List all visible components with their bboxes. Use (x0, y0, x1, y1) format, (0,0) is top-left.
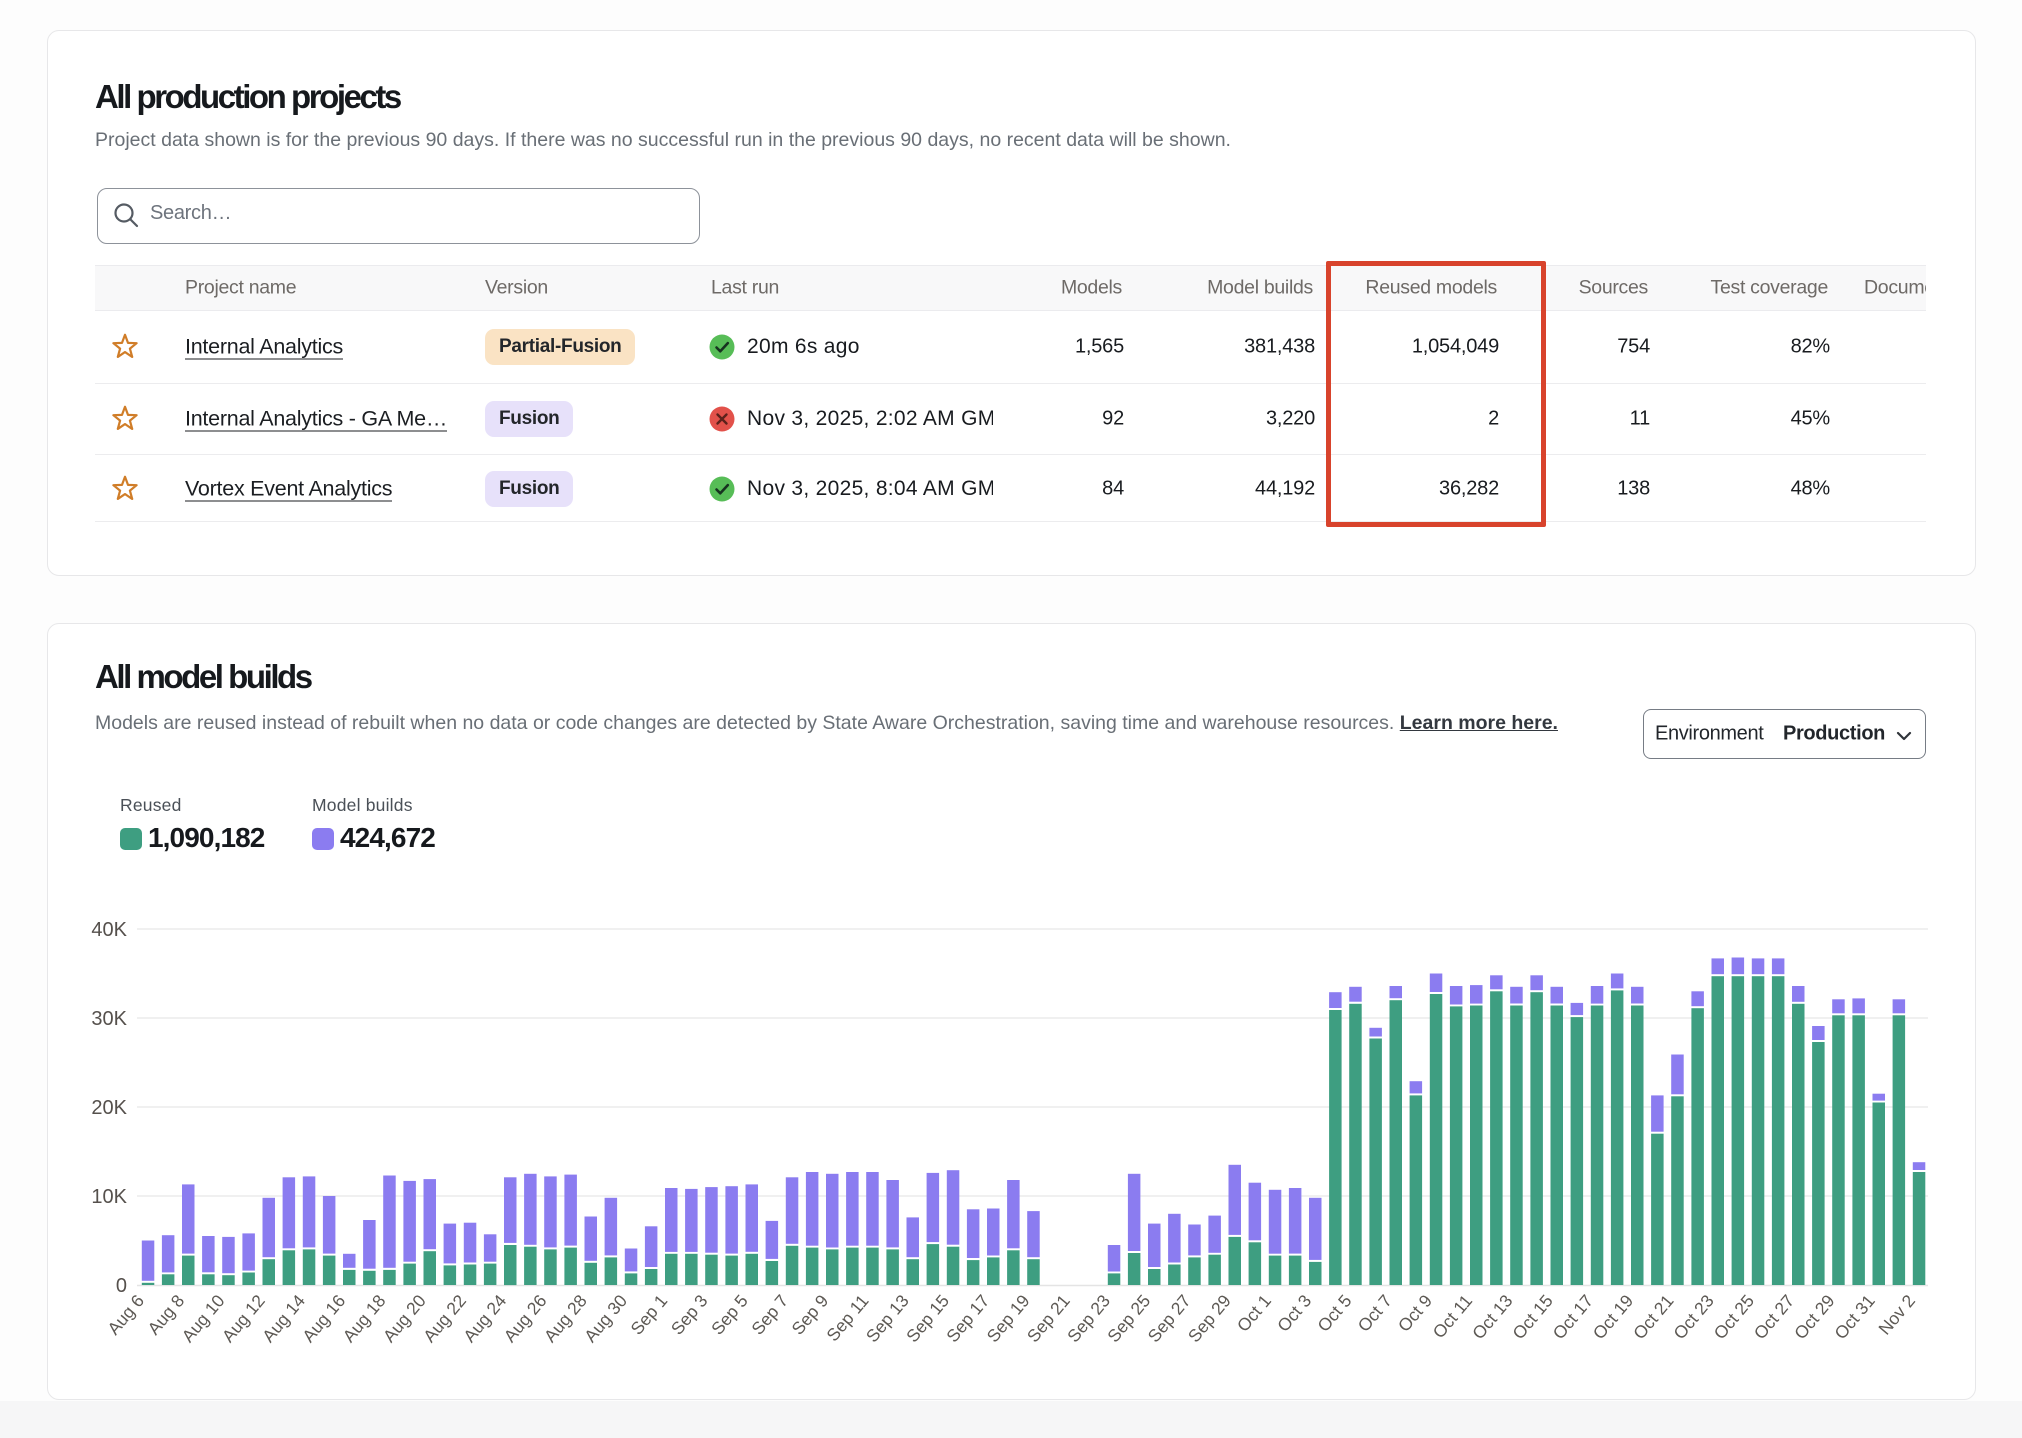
svg-text:Aug 22: Aug 22 (419, 1291, 470, 1346)
svg-text:Oct 21: Oct 21 (1629, 1291, 1677, 1343)
svg-text:Sep 21: Sep 21 (1023, 1291, 1074, 1346)
svg-text:Oct 13: Oct 13 (1468, 1291, 1516, 1343)
svg-text:Oct 7: Oct 7 (1354, 1291, 1396, 1336)
svg-text:Sep 23: Sep 23 (1063, 1291, 1114, 1346)
svg-text:Sep 5: Sep 5 (707, 1291, 752, 1339)
svg-text:Sep 15: Sep 15 (902, 1291, 953, 1346)
svg-text:Aug 20: Aug 20 (379, 1291, 430, 1347)
svg-text:Oct 31: Oct 31 (1830, 1291, 1878, 1343)
svg-text:0: 0 (116, 1275, 127, 1297)
svg-text:10K: 10K (91, 1186, 127, 1208)
svg-text:Aug 14: Aug 14 (258, 1291, 309, 1347)
svg-text:Aug 6: Aug 6 (103, 1291, 148, 1339)
svg-text:30K: 30K (91, 1008, 127, 1030)
svg-text:Aug 28: Aug 28 (540, 1291, 591, 1346)
svg-text:Nov 2: Nov 2 (1874, 1291, 1919, 1339)
svg-text:Aug 18: Aug 18 (339, 1291, 390, 1346)
svg-text:Aug 24: Aug 24 (459, 1291, 510, 1347)
svg-text:Sep 7: Sep 7 (747, 1291, 792, 1339)
svg-text:Aug 26: Aug 26 (500, 1291, 551, 1346)
svg-text:Oct 29: Oct 29 (1790, 1291, 1838, 1343)
svg-text:Oct 3: Oct 3 (1273, 1291, 1315, 1336)
svg-text:Sep 25: Sep 25 (1103, 1291, 1154, 1346)
svg-text:Oct 19: Oct 19 (1589, 1291, 1637, 1343)
svg-text:Oct 23: Oct 23 (1669, 1291, 1717, 1343)
svg-text:Sep 1: Sep 1 (627, 1291, 672, 1339)
svg-text:Oct 11: Oct 11 (1429, 1291, 1477, 1342)
svg-text:Aug 30: Aug 30 (580, 1291, 631, 1347)
svg-text:Sep 29: Sep 29 (1184, 1291, 1235, 1346)
svg-text:Sep 17: Sep 17 (942, 1291, 993, 1346)
svg-text:Oct 1: Oct 1 (1233, 1291, 1275, 1336)
svg-text:Oct 5: Oct 5 (1313, 1291, 1355, 1336)
svg-text:Aug 10: Aug 10 (178, 1291, 229, 1347)
svg-text:Oct 27: Oct 27 (1750, 1291, 1798, 1343)
svg-text:Sep 3: Sep 3 (667, 1291, 712, 1339)
svg-text:Sep 19: Sep 19 (983, 1291, 1034, 1346)
svg-text:Oct 17: Oct 17 (1549, 1291, 1597, 1343)
svg-text:Sep 27: Sep 27 (1144, 1291, 1195, 1346)
svg-text:Aug 16: Aug 16 (298, 1291, 349, 1346)
svg-text:20K: 20K (91, 1097, 127, 1119)
svg-text:Aug 12: Aug 12 (218, 1291, 269, 1346)
svg-text:40K: 40K (91, 919, 127, 941)
svg-text:Oct 15: Oct 15 (1508, 1291, 1556, 1343)
svg-text:Oct 25: Oct 25 (1710, 1291, 1758, 1343)
svg-text:Sep 13: Sep 13 (862, 1291, 913, 1346)
